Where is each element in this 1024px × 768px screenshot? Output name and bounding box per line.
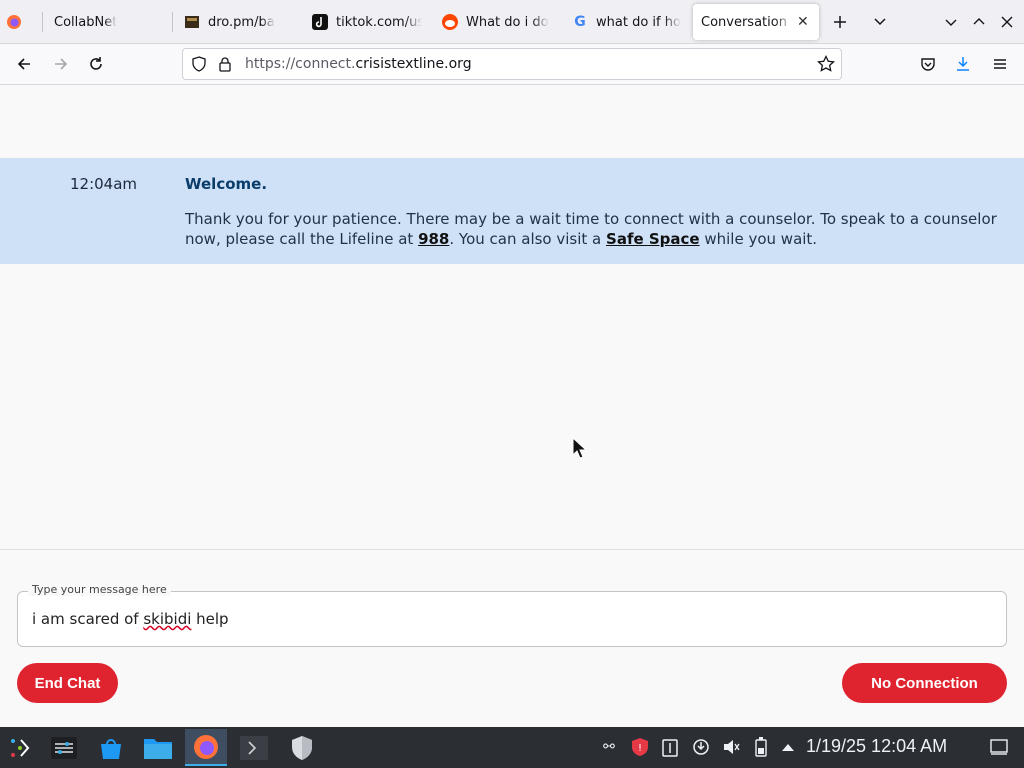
reddit-icon — [442, 14, 458, 30]
end-chat-button[interactable]: End Chat — [17, 663, 118, 703]
message-body: Thank you for your patience. There may b… — [185, 209, 1015, 249]
tab-label: CollabNet — [54, 14, 118, 30]
lock-icon[interactable] — [218, 56, 232, 76]
tab-reddit[interactable]: What do i do — [434, 4, 560, 40]
site-thumbnail-icon — [184, 14, 200, 30]
taskbar: ⚯ ! 1/19/25 12:04 AM — [0, 727, 1024, 768]
close-window-button[interactable] — [993, 8, 1021, 36]
url-bar[interactable]: https://connect.crisistextline.org — [182, 48, 842, 80]
message-text: . You can also visit a — [449, 230, 607, 248]
tab-collabnet[interactable]: CollabNet — [46, 4, 170, 40]
tracking-protection-shield-icon[interactable] — [191, 56, 207, 76]
tab-conversation[interactable]: Conversation v ✕ — [693, 4, 819, 40]
misspelled-word: skibidi — [143, 610, 192, 628]
minimize-button[interactable] — [937, 8, 965, 36]
volume-muted-icon[interactable] — [720, 736, 742, 758]
system-clock[interactable]: 1/19/25 12:04 AM — [806, 736, 947, 757]
url-prefix: https://connect. — [245, 56, 356, 72]
google-icon: G — [574, 14, 586, 30]
terminal-icon[interactable] — [233, 729, 275, 766]
firefox-taskbar-icon[interactable] — [185, 729, 227, 766]
clipboard-icon[interactable] — [659, 736, 681, 758]
message-input-value[interactable]: i am scared of skibidi help — [32, 610, 229, 628]
shield-icon[interactable] — [281, 729, 323, 766]
message-timestamp: 12:04am — [70, 175, 138, 193]
lifeline-988-link[interactable]: 988 — [418, 230, 449, 248]
new-tab-button[interactable] — [826, 8, 854, 36]
tab-label: dro.pm/ba — [208, 14, 275, 30]
close-icon[interactable]: ✕ — [797, 14, 809, 30]
message-input-label: Type your message here — [28, 583, 171, 596]
tab-label: Conversation v — [701, 14, 793, 30]
network-share-icon[interactable]: ⚯ — [598, 736, 620, 758]
settings-icon[interactable] — [43, 729, 85, 766]
downloads-icon[interactable] — [949, 50, 977, 78]
firefox-view-button[interactable] — [6, 4, 30, 40]
firefox-icon — [6, 14, 22, 30]
reload-button[interactable] — [82, 50, 110, 78]
tab-label: what do if ho — [596, 14, 681, 30]
tiktok-icon — [312, 14, 328, 30]
pocket-icon[interactable] — [914, 50, 942, 78]
list-tabs-button[interactable] — [866, 8, 894, 36]
security-shield-icon[interactable]: ! — [629, 736, 651, 758]
url-domain: crisistextline.org — [355, 56, 472, 72]
message-input[interactable]: Type your message here i am scared of sk… — [17, 583, 1007, 647]
tab-google[interactable]: G what do if ho — [564, 4, 690, 40]
app-launcher-icon[interactable] — [0, 729, 40, 766]
show-hidden-icons-arrow-icon[interactable] — [777, 736, 799, 758]
store-icon[interactable] — [90, 729, 132, 766]
show-desktop-icon[interactable] — [988, 736, 1010, 758]
tab-label: What do i do — [466, 14, 549, 30]
mouse-pointer-icon — [572, 436, 588, 463]
maximize-button[interactable] — [965, 8, 993, 36]
system-message: 12:04am Welcome. Thank you for your pati… — [0, 158, 1024, 264]
tab-tiktok[interactable]: tiktok.com/us — [304, 4, 430, 40]
message-text: while you wait. — [699, 230, 818, 248]
update-icon[interactable] — [690, 736, 712, 758]
menu-hamburger-icon[interactable] — [986, 50, 1014, 78]
bookmark-star-icon[interactable] — [816, 54, 836, 77]
tab-strip: CollabNet dro.pm/ba tiktok.com/us What d… — [0, 0, 1024, 44]
tab-dropm[interactable]: dro.pm/ba — [176, 4, 302, 40]
message-title: Welcome. — [185, 175, 268, 193]
safe-space-link[interactable]: Safe Space — [606, 230, 700, 248]
navigation-toolbar: https://connect.crisistextline.org — [0, 44, 1024, 85]
chat-page: 12:04am Welcome. Thank you for your pati… — [0, 85, 1024, 727]
input-text: i am scared of — [32, 610, 144, 628]
no-connection-button[interactable]: No Connection — [842, 663, 1007, 703]
battery-icon[interactable] — [750, 736, 772, 758]
file-manager-icon[interactable] — [137, 729, 179, 766]
svg-text:!: ! — [638, 743, 642, 754]
url-text[interactable]: https://connect.crisistextline.org — [245, 56, 472, 72]
forward-button[interactable] — [47, 50, 75, 78]
divider — [0, 549, 1024, 550]
input-text: help — [191, 610, 229, 628]
back-button[interactable] — [10, 50, 38, 78]
tab-label: tiktok.com/us — [336, 14, 422, 30]
